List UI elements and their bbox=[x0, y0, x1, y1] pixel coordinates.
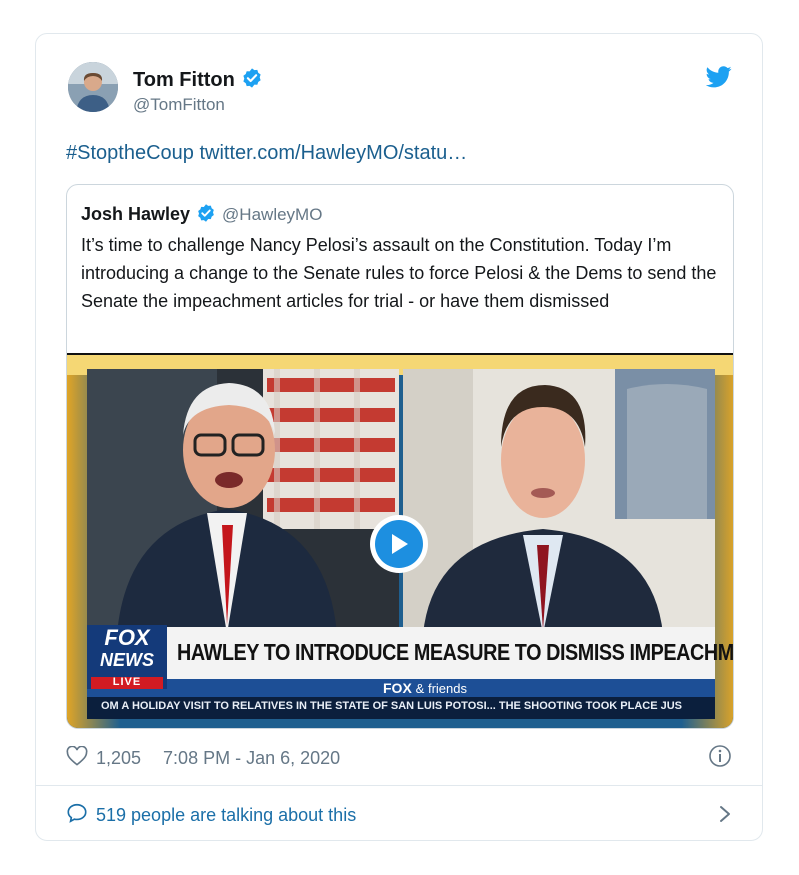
fox-news-logo: FOX NEWS bbox=[87, 627, 167, 677]
like-count[interactable]: 1,205 bbox=[96, 748, 141, 769]
tweet-text: #StoptheCoup twitter.com/HawleyMO/statu… bbox=[66, 142, 467, 165]
verified-badge-icon bbox=[241, 67, 263, 95]
network-bottom: NEWS bbox=[100, 650, 154, 670]
twitter-bird-icon[interactable] bbox=[705, 66, 732, 93]
heart-icon[interactable] bbox=[66, 745, 88, 771]
talking-count[interactable]: 519 people are talking about this bbox=[96, 805, 356, 826]
video-thumbnail[interactable]: FOX NEWS LIVE HAWLEY TO INTRODUCE MEASUR… bbox=[67, 353, 734, 728]
author-name-row[interactable]: Tom Fitton bbox=[133, 67, 263, 95]
author-avatar[interactable] bbox=[68, 62, 118, 112]
show-logo-suffix: & friends bbox=[415, 681, 467, 696]
show-logo-main: FOX bbox=[383, 680, 412, 696]
chevron-right-icon[interactable] bbox=[718, 804, 732, 829]
verified-badge-icon bbox=[196, 203, 216, 228]
author-name[interactable]: Tom Fitton bbox=[133, 69, 235, 91]
live-badge: LIVE bbox=[112, 676, 142, 688]
video-headline: HAWLEY TO INTRODUCE MEASURE TO DISMISS I… bbox=[177, 639, 734, 665]
author-handle[interactable]: @TomFitton bbox=[133, 95, 225, 115]
news-ticker: OM A HOLIDAY VISIT TO RELATIVES IN THE S… bbox=[101, 700, 683, 712]
tweet-embed-card: Tom Fitton @TomFitton #StoptheCoup twitt… bbox=[35, 33, 763, 841]
quoted-author-name[interactable]: Josh Hawley bbox=[81, 204, 190, 224]
play-icon bbox=[375, 520, 423, 568]
show-logo: FOX & friends bbox=[383, 680, 467, 696]
info-icon[interactable] bbox=[708, 744, 732, 773]
quoted-author-row: Josh Hawley @HawleyMO bbox=[81, 203, 322, 228]
quoted-url-link[interactable]: twitter.com/HawleyMO/statu… bbox=[199, 142, 467, 164]
tweet-timestamp[interactable]: 7:08 PM - Jan 6, 2020 bbox=[163, 748, 340, 769]
tweet-meta-row: 1,205 7:08 PM - Jan 6, 2020 bbox=[66, 745, 340, 771]
quoted-tweet-text: It’s time to challenge Nancy Pelosi’s as… bbox=[81, 235, 717, 311]
speech-bubble-icon bbox=[66, 802, 88, 829]
conversation-link[interactable]: 519 people are talking about this bbox=[66, 802, 356, 829]
network-top: FOX bbox=[104, 625, 150, 650]
hashtag-link[interactable]: #StoptheCoup bbox=[66, 142, 194, 164]
play-button[interactable] bbox=[370, 515, 428, 573]
quoted-tweet[interactable]: Josh Hawley @HawleyMO It’s time to challe… bbox=[66, 184, 734, 729]
quoted-author-handle[interactable]: @HawleyMO bbox=[222, 205, 322, 224]
divider bbox=[36, 785, 762, 786]
